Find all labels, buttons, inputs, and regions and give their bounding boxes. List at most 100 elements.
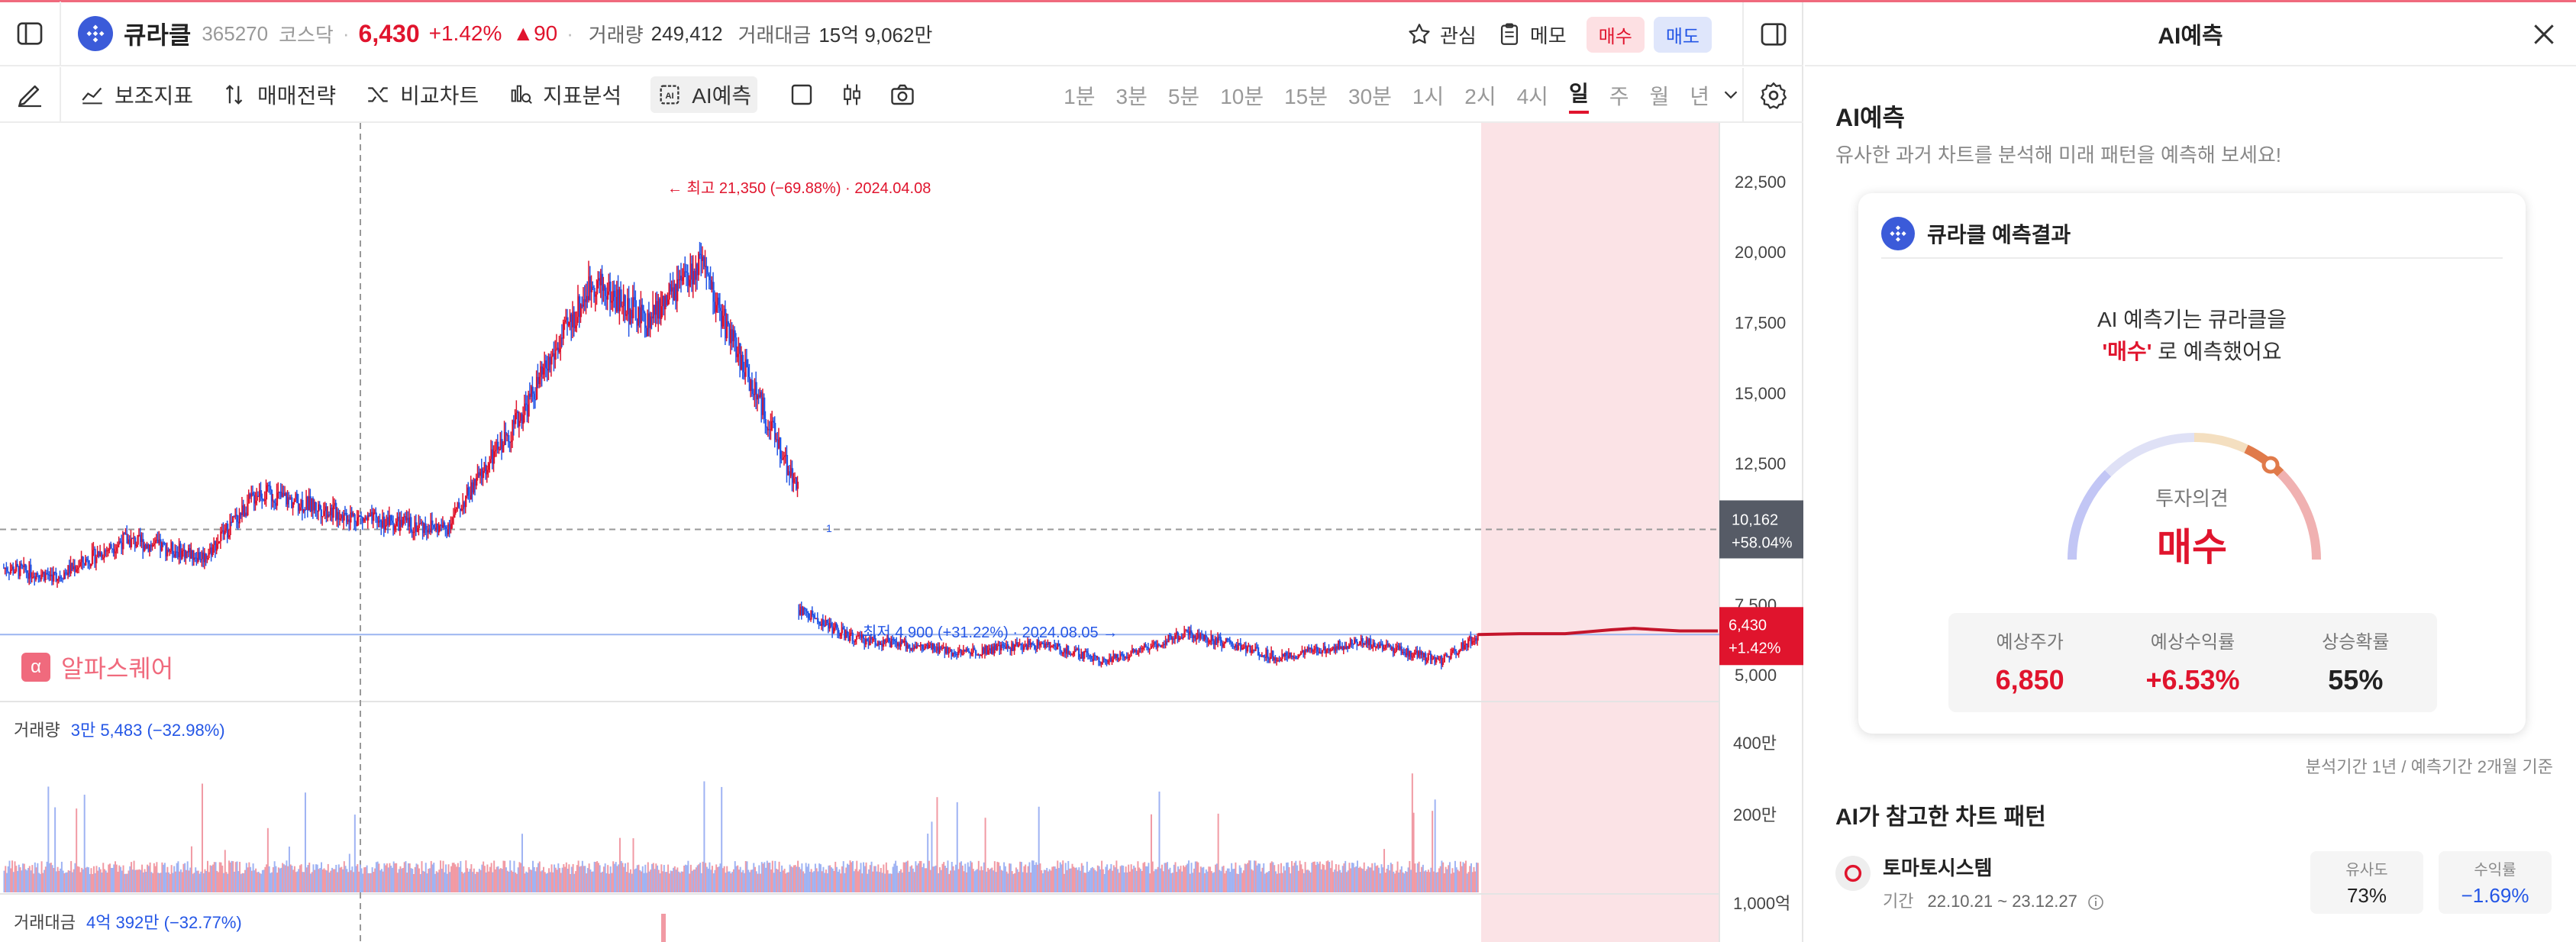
volume-bar bbox=[364, 866, 366, 892]
volume-bar bbox=[1066, 869, 1068, 892]
volume-bar bbox=[646, 873, 648, 892]
volume-bar bbox=[398, 869, 400, 892]
sell-button[interactable]: 매도 bbox=[1653, 16, 1712, 53]
volume-bar bbox=[786, 872, 789, 892]
volume-bar bbox=[1186, 863, 1189, 892]
memo-button[interactable]: 메모 bbox=[1496, 21, 1567, 49]
volume-bar bbox=[87, 867, 89, 892]
volume-bar bbox=[886, 869, 889, 892]
candlestick-chart[interactable]: 22,50020,00017,50015,00012,5007,5005,000… bbox=[0, 123, 1803, 942]
volume-bar bbox=[1126, 872, 1128, 892]
sidebar-toggle-button[interactable] bbox=[0, 2, 61, 66]
volume-bar bbox=[426, 873, 428, 892]
volume-bar bbox=[257, 871, 260, 892]
strategy-button[interactable]: 매매전략 bbox=[222, 79, 336, 110]
screenshot-button[interactable] bbox=[887, 79, 918, 110]
timeframe-3[interactable]: 10분 bbox=[1220, 80, 1264, 111]
volume-bar bbox=[428, 869, 430, 892]
volume-bar bbox=[980, 866, 983, 892]
volume-bar bbox=[556, 869, 558, 892]
volume-bar bbox=[273, 861, 276, 892]
timeframe-4[interactable]: 15분 bbox=[1284, 80, 1328, 111]
candle-type-button[interactable] bbox=[837, 79, 867, 110]
buy-button[interactable]: 매수 bbox=[1586, 16, 1645, 53]
volume-bar bbox=[291, 866, 293, 892]
price-chart[interactable]: 22,500 20,000 17,500 15,000 12,500 7,500 5,000… bbox=[0, 123, 1803, 942]
timeframe-11[interactable]: 월 bbox=[1649, 80, 1669, 111]
volume-bar bbox=[324, 869, 327, 892]
volume-bar bbox=[928, 860, 930, 892]
volume-bar bbox=[638, 864, 640, 892]
volume-bar bbox=[370, 873, 372, 892]
volume-bar bbox=[382, 871, 384, 892]
volume-bar bbox=[806, 866, 809, 892]
candle-body bbox=[1477, 635, 1479, 641]
volume-bar bbox=[1041, 873, 1044, 892]
volume-bar bbox=[741, 872, 743, 892]
volume-bar bbox=[353, 872, 355, 892]
volume-bar bbox=[1050, 870, 1052, 892]
timeframe-10[interactable]: 주 bbox=[1609, 80, 1629, 111]
timeframe-2[interactable]: 5분 bbox=[1168, 80, 1199, 111]
ai-predict-button[interactable]: AI AI예측 bbox=[650, 76, 758, 113]
candle-body bbox=[1059, 646, 1061, 651]
volume-bar bbox=[586, 873, 588, 892]
volume-bar bbox=[1378, 867, 1380, 892]
volume-bar bbox=[5, 866, 7, 892]
chart-settings-button[interactable] bbox=[1742, 68, 1803, 123]
volume-bar bbox=[970, 860, 972, 892]
volume-bar bbox=[957, 869, 960, 892]
compare-button[interactable]: 비교차트 bbox=[365, 79, 479, 110]
volume-bar bbox=[964, 863, 967, 892]
volume-bar bbox=[1279, 873, 1281, 892]
volume-bar bbox=[195, 870, 198, 892]
timeframe-5[interactable]: 30분 bbox=[1348, 80, 1392, 111]
info-icon[interactable] bbox=[2087, 893, 2105, 911]
volume-bar bbox=[240, 873, 242, 892]
volume-bar bbox=[552, 872, 554, 892]
timeframe-1[interactable]: 3분 bbox=[1116, 80, 1148, 111]
draw-tool-button[interactable] bbox=[0, 67, 61, 122]
volume-bar bbox=[1372, 870, 1374, 892]
period-label: 기간 bbox=[1883, 892, 1914, 911]
volume-bar bbox=[355, 866, 357, 892]
watch-button[interactable]: 관심 bbox=[1406, 21, 1477, 49]
volume-bar bbox=[563, 864, 565, 892]
volume-bar bbox=[259, 873, 261, 892]
volume-bar bbox=[738, 869, 740, 892]
volume-bar bbox=[85, 867, 87, 892]
volume-bar bbox=[1150, 814, 1152, 892]
volume-bar bbox=[715, 864, 718, 892]
panel-toggle-button[interactable] bbox=[1742, 2, 1803, 66]
volume-bar bbox=[1389, 870, 1391, 892]
volume-bar bbox=[989, 868, 992, 892]
volume-bar bbox=[918, 860, 921, 892]
pattern-item[interactable]: 토마토시스템 기간 22.10.21 ~ 23.12.27 유사도 73% 수익률… bbox=[1835, 848, 2553, 917]
indicator-button[interactable]: 보조지표 bbox=[79, 79, 193, 110]
volume-bar bbox=[1046, 867, 1048, 892]
layout-button[interactable] bbox=[786, 79, 817, 110]
timeframe-6[interactable]: 1시 bbox=[1412, 80, 1444, 111]
volume-bar bbox=[1192, 873, 1194, 892]
analysis-button[interactable]: 지표분석 bbox=[508, 79, 621, 110]
volume-bar bbox=[204, 869, 206, 892]
timeframe-8[interactable]: 4시 bbox=[1517, 80, 1548, 111]
amount-value: 15억 9,062만 bbox=[818, 23, 933, 47]
volume-bar bbox=[754, 866, 757, 892]
close-icon[interactable] bbox=[2529, 19, 2559, 50]
y-tick-label: 15,000 bbox=[1735, 384, 1786, 403]
timeframe-9[interactable]: 일 bbox=[1568, 77, 1589, 114]
stock-name[interactable]: 큐라클 bbox=[124, 16, 191, 51]
timeframe-0[interactable]: 1분 bbox=[1064, 80, 1095, 111]
volume-bar bbox=[1386, 868, 1388, 892]
volume-bar bbox=[676, 867, 679, 892]
volume-bar bbox=[18, 864, 20, 892]
chevron-down-icon[interactable] bbox=[1719, 83, 1742, 110]
volume-bar bbox=[245, 863, 247, 892]
timeframe-12[interactable]: 년 bbox=[1690, 80, 1709, 111]
volume-bar bbox=[1110, 863, 1112, 892]
volume-bar bbox=[3, 870, 5, 892]
volume-bar bbox=[367, 873, 370, 892]
timeframe-7[interactable]: 2시 bbox=[1464, 80, 1496, 111]
volume-bar bbox=[1115, 860, 1118, 892]
